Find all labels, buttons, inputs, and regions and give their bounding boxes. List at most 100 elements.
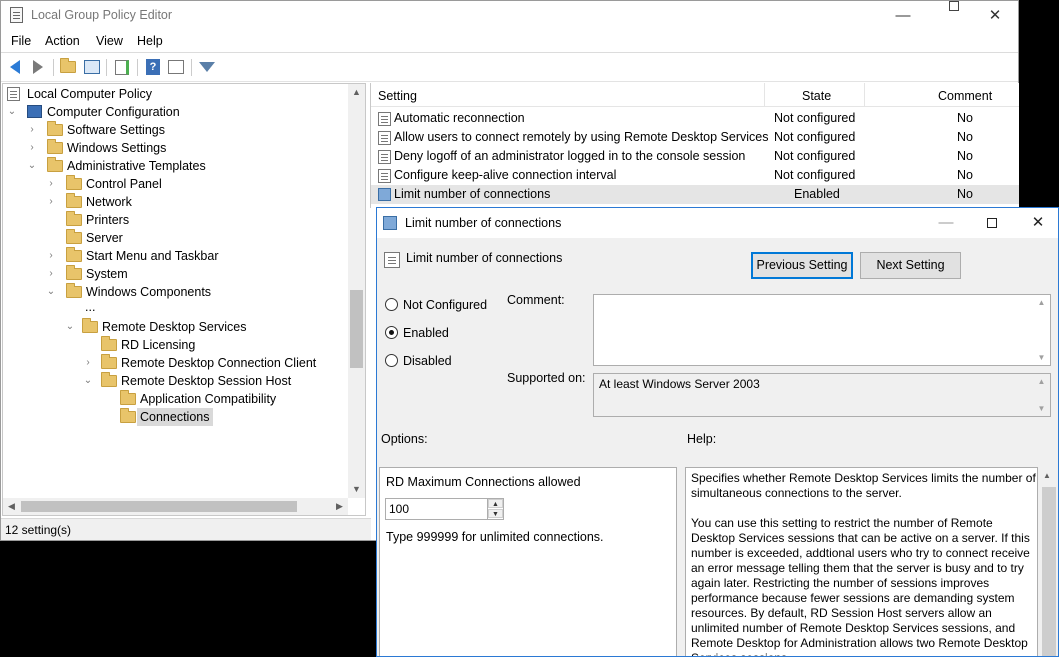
scroll-thumb[interactable] [21, 501, 297, 512]
menu-file[interactable]: File [11, 34, 31, 48]
list-row[interactable]: Allow users to connect remotely by using… [371, 128, 1019, 147]
minimize-button[interactable]: — [880, 1, 926, 30]
max-connections-value: 100 [389, 502, 410, 516]
help-icon[interactable]: ? [144, 58, 162, 76]
tree-item-label: Remote Desktop Connection Client [121, 356, 317, 370]
column-state[interactable]: State [802, 89, 831, 103]
comment-scrollbar[interactable]: ▲ ▼ [1033, 295, 1050, 365]
tree-horizontal-scrollbar[interactable]: ◀ ▶ [3, 498, 348, 515]
export-list-icon[interactable] [113, 58, 131, 76]
filter-icon[interactable] [198, 58, 216, 76]
close-button[interactable]: ✕ [972, 1, 1018, 30]
window-title: Local Group Policy Editor [31, 8, 173, 22]
setting-icon [378, 169, 391, 183]
radio-label: Not Configured [403, 298, 488, 312]
list-row[interactable]: Configure keep-alive connection interval… [371, 166, 1019, 185]
scroll-thumb[interactable] [350, 290, 363, 368]
setting-comment: No [957, 130, 973, 144]
previous-setting-button[interactable]: Previous Setting [751, 252, 853, 279]
max-connections-label: RD Maximum Connections allowed [386, 475, 581, 489]
tree-item-label: ... [85, 300, 96, 314]
collapse-icon[interactable]: ⌄ [83, 372, 93, 390]
tree-item-label: Network [86, 195, 132, 209]
comment-textarea[interactable]: ▲ ▼ [593, 294, 1051, 366]
toolbar: ? [1, 54, 1018, 82]
next-setting-button[interactable]: Next Setting [860, 252, 961, 279]
supported-on-label: Supported on: [507, 371, 586, 385]
scroll-left-icon[interactable]: ◀ [3, 498, 20, 515]
back-icon[interactable] [6, 58, 24, 76]
collapse-icon[interactable]: ⌄ [27, 157, 37, 175]
help-scrollbar[interactable]: ▲ [1039, 467, 1058, 656]
scroll-right-icon[interactable]: ▶ [331, 498, 348, 515]
scroll-up-icon[interactable]: ▲ [1033, 377, 1050, 386]
radio-circle [385, 326, 398, 339]
expand-icon[interactable]: › [27, 139, 37, 157]
scroll-down-icon[interactable]: ▼ [1033, 404, 1050, 413]
spin-buttons[interactable]: ▲ ▼ [487, 499, 503, 519]
show-hide-tree-icon[interactable] [83, 58, 101, 76]
tree-item-label: Local Computer Policy [27, 87, 153, 101]
up-folder-icon[interactable] [59, 58, 77, 76]
setting-icon [378, 131, 391, 145]
tree-item-label: System [86, 267, 128, 281]
app-icon [10, 7, 23, 23]
scroll-thumb[interactable] [1042, 487, 1056, 656]
properties-icon[interactable] [167, 58, 185, 76]
options-panel: RD Maximum Connections allowed 100 ▲ ▼ T… [379, 467, 677, 656]
scroll-down-icon[interactable]: ▼ [1033, 353, 1050, 362]
forward-icon[interactable] [29, 58, 47, 76]
collapse-icon[interactable]: ⌄ [65, 318, 75, 336]
folder-icon [120, 390, 136, 405]
expand-icon[interactable]: › [46, 193, 56, 211]
spin-down-icon[interactable]: ▼ [488, 509, 503, 518]
list-header: Setting State Comment [371, 83, 1019, 107]
computer-icon [27, 105, 42, 118]
expand-icon[interactable]: › [46, 247, 56, 265]
max-connections-spinbox[interactable]: 100 ▲ ▼ [385, 498, 504, 520]
max-connections-hint: Type 999999 for unlimited connections. [386, 530, 604, 544]
settings-list[interactable]: Setting State Comment Automatic reconnec… [370, 83, 1019, 208]
maximize-icon [987, 218, 997, 229]
menu-action[interactable]: Action [45, 34, 80, 48]
column-comment[interactable]: Comment [938, 89, 992, 103]
setting-state: Not configured [774, 168, 856, 182]
expand-icon[interactable]: › [27, 121, 37, 139]
dialog-close-button[interactable]: ✕ [1015, 208, 1058, 238]
expand-icon[interactable]: › [83, 354, 93, 372]
tree-vertical-scrollbar[interactable]: ▲ ▼ [348, 84, 365, 498]
scroll-down-icon[interactable]: ▼ [348, 481, 365, 498]
folder-icon [66, 229, 82, 244]
folder-icon [47, 121, 63, 136]
folder-icon [82, 318, 98, 333]
menu-view[interactable]: View [96, 34, 123, 48]
dialog-minimize-button[interactable]: — [923, 208, 969, 238]
comment-label: Comment: [507, 293, 565, 307]
setting-comment: No [957, 111, 973, 125]
tree-item-label: Software Settings [67, 123, 165, 137]
tree-item-label: RD Licensing [121, 338, 196, 352]
tree-item-label: Application Compatibility [140, 392, 277, 406]
menu-help[interactable]: Help [137, 34, 163, 48]
list-row[interactable]: Deny logoff of an administrator logged i… [371, 147, 1019, 166]
policy-icon [7, 87, 20, 101]
tree-item-label: Remote Desktop Services [102, 320, 247, 334]
column-setting[interactable]: Setting [378, 89, 417, 103]
collapse-icon[interactable]: ⌄ [7, 103, 17, 121]
scroll-up-icon[interactable]: ▲ [1043, 471, 1051, 480]
folder-icon [66, 175, 82, 190]
maximize-button[interactable] [926, 1, 972, 30]
list-row-selected[interactable]: Limit number of connections Enabled No [371, 185, 1019, 204]
scroll-up-icon[interactable]: ▲ [1033, 298, 1050, 307]
spin-up-icon[interactable]: ▲ [488, 499, 503, 508]
setting-icon [378, 112, 391, 126]
scroll-up-icon[interactable]: ▲ [348, 84, 365, 101]
folder-icon [47, 157, 63, 172]
navigation-tree[interactable]: Local Computer Policy ⌄ Computer Configu… [2, 83, 366, 516]
supported-scrollbar[interactable]: ▲ ▼ [1033, 374, 1050, 416]
collapse-icon[interactable]: ⌄ [46, 283, 56, 301]
expand-icon[interactable]: › [46, 265, 56, 283]
list-row[interactable]: Automatic reconnection Not configured No [371, 109, 1019, 128]
dialog-maximize-button[interactable] [969, 208, 1015, 238]
expand-icon[interactable]: › [46, 175, 56, 193]
